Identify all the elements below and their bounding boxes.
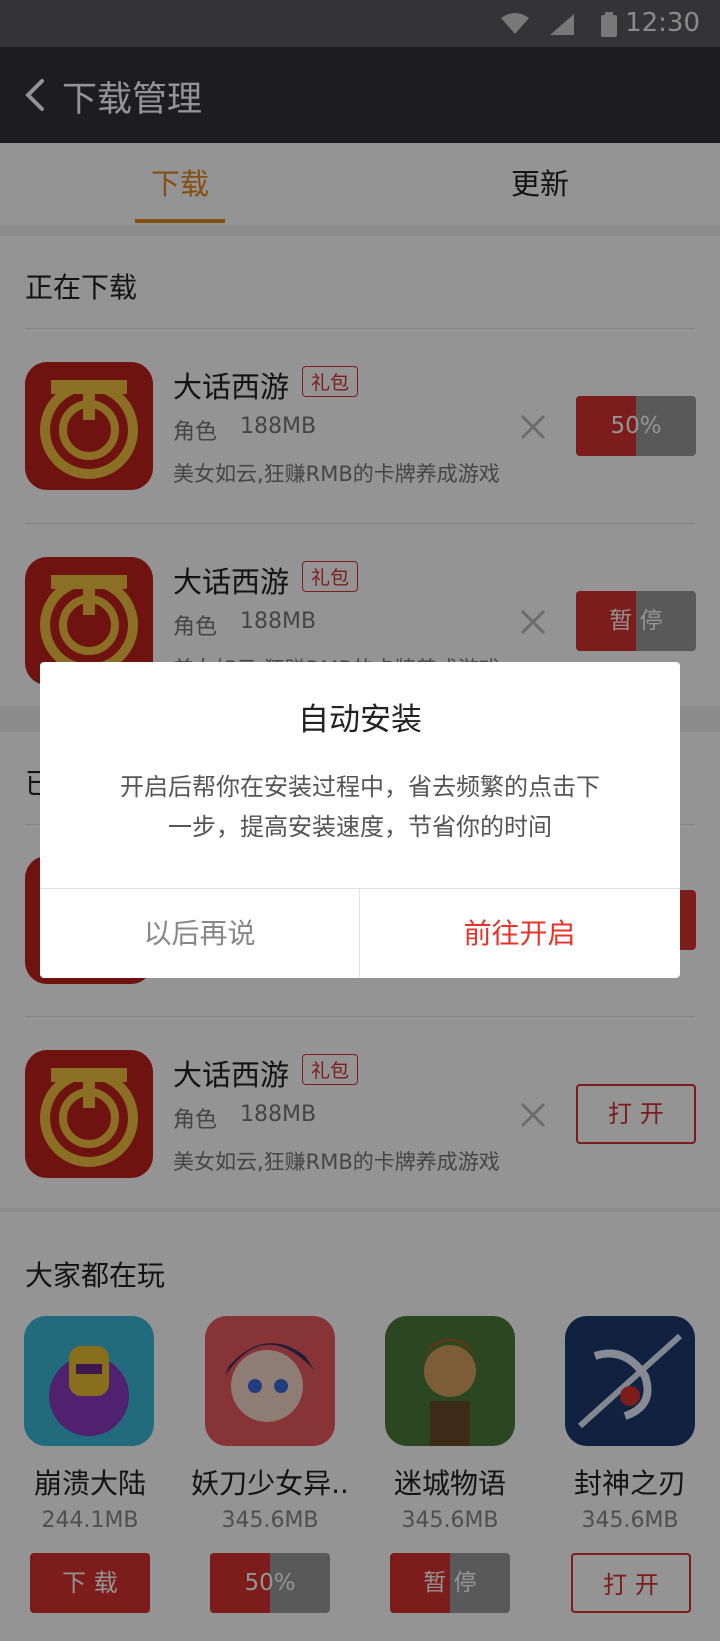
dialog-title: 自动安装 [298, 702, 422, 738]
auto-install-dialog: 自动安装 开启后帮你在安装过程中，省去频繁的点击下一步，提高安装速度，节省你的时… [40, 662, 680, 978]
dialog-message: 开启后帮你在安装过程中，省去频繁的点击下一步，提高安装速度，节省你的时间 [120, 773, 600, 841]
later-button[interactable]: 以后再说 [40, 889, 359, 978]
enable-button[interactable]: 前往开启 [360, 889, 679, 978]
